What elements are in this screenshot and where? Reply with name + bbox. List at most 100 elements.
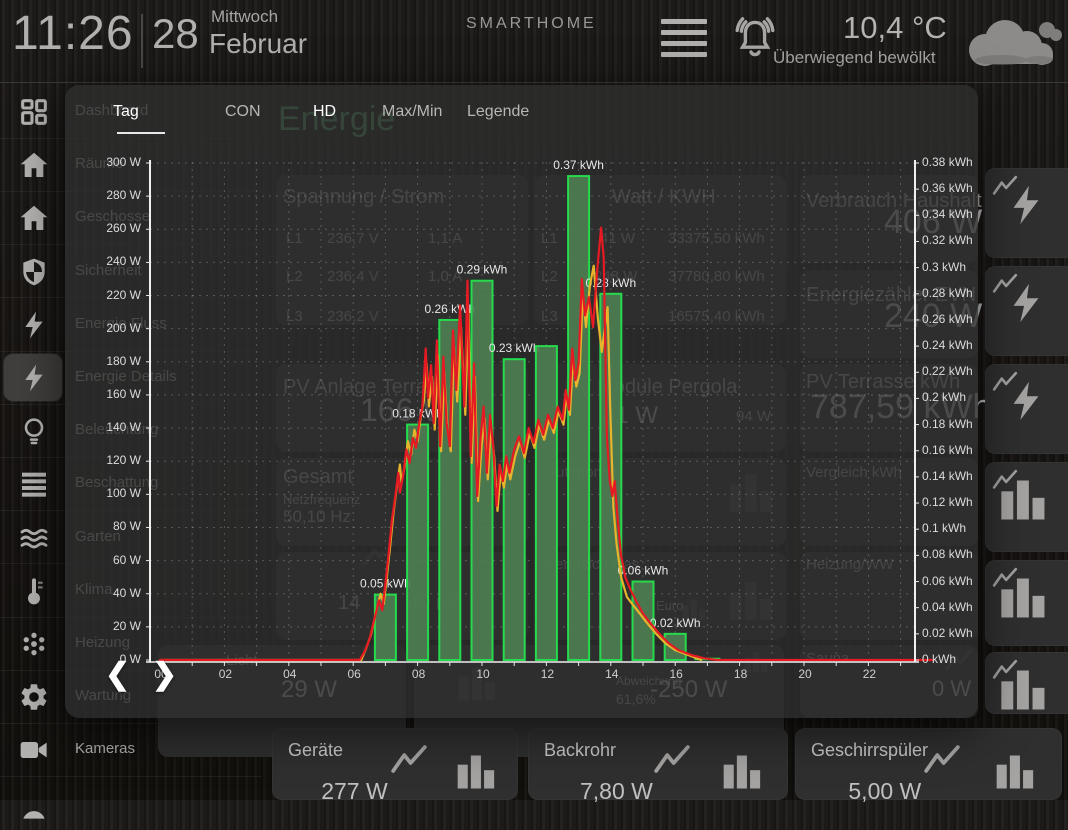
waves-icon xyxy=(18,522,50,554)
sidebar-item-label: Kameras xyxy=(75,740,136,758)
tile-title: Geschirrspüler xyxy=(811,740,929,760)
date-day: 28 xyxy=(152,10,199,57)
svg-text:0.37 kWh: 0.37 kWh xyxy=(553,158,604,172)
y-right-label: 0.22 kWh xyxy=(922,364,973,379)
y-right-label: 0.34 kWh xyxy=(922,207,973,222)
y-left-label: 80 W xyxy=(112,519,141,534)
y-left-label: 260 W xyxy=(106,221,141,236)
tile-title: Backrohr xyxy=(544,740,617,760)
y-right-label: 0.1 kWh xyxy=(922,521,967,536)
bulb-icon xyxy=(18,415,50,447)
svg-text:0.06 kWh: 0.06 kWh xyxy=(618,564,669,578)
next-period-button[interactable]: ❯ xyxy=(152,657,177,692)
y-right-label: 0.32 kWh xyxy=(922,233,973,248)
y-left-label: 220 W xyxy=(106,287,141,302)
heat-icon xyxy=(18,628,50,660)
bolt-icon xyxy=(18,362,50,394)
right-tile-4[interactable] xyxy=(985,560,1068,646)
y-right-label: 0.08 kWh xyxy=(922,547,973,562)
tile-value: 277 W xyxy=(321,778,388,804)
temperature: 10,4 °C xyxy=(843,10,947,45)
weather-condition: Überwiegend bewölkt xyxy=(773,48,936,67)
bottom-tile-backrohr[interactable]: Backrohr 7,80 W xyxy=(528,728,788,804)
right-tile-0[interactable] xyxy=(985,168,1068,258)
sparkline-icon xyxy=(653,744,691,773)
blinds-icon xyxy=(18,468,50,500)
y-right-label: 0.14 kWh xyxy=(922,468,973,483)
x-axis-label: 02 xyxy=(218,667,233,681)
x-axis-label: 04 xyxy=(283,667,297,681)
bolt-icon xyxy=(18,309,50,341)
y-right-label: 0.28 kWh xyxy=(922,285,973,300)
y-right-label: 0.04 kWh xyxy=(922,599,973,614)
x-axis-label: 16 xyxy=(669,667,683,681)
right-tile-1[interactable] xyxy=(985,266,1068,356)
bar-chart-icon xyxy=(997,572,1049,624)
home-icon xyxy=(18,202,50,234)
y-right-label: 0.2 kWh xyxy=(922,390,967,405)
sidebar-separator xyxy=(0,776,262,778)
x-axis-label: 20 xyxy=(798,667,812,681)
y-left-label: 300 W xyxy=(106,154,141,169)
svg-text:0.26 kWh: 0.26 kWh xyxy=(424,302,475,316)
y-right-label: 0.18 kWh xyxy=(922,416,973,431)
bar-chart-icon xyxy=(993,750,1037,796)
home-icon xyxy=(18,149,50,181)
energy-chart: 0.05 kWh 0.18 kWh 0.26 kWh 0.29 kWh 0.23 kWh… xyxy=(146,158,934,666)
svg-text:0.28 kWh: 0.28 kWh xyxy=(585,276,636,290)
x-axis-label: 14 xyxy=(605,667,619,681)
energy-chart-modal: Tag CON HD Max/Min Legende 0.05 kWh 0.18 kWh 0… xyxy=(65,85,978,718)
date-weekday: Mittwoch xyxy=(211,7,279,26)
svg-text:0.05 kWh: 0.05 kWh xyxy=(360,577,411,591)
y-right-label: 0.26 kWh xyxy=(922,311,973,326)
divider xyxy=(141,14,143,68)
bolt-icon xyxy=(1003,280,1049,344)
tab-hd[interactable]: HD xyxy=(313,103,336,121)
y-left-label: 100 W xyxy=(106,486,141,501)
bar-chart-icon xyxy=(454,750,498,796)
dome-icon xyxy=(18,788,50,820)
tab-legende[interactable]: Legende xyxy=(467,103,529,121)
y-left-label: 40 W xyxy=(112,585,141,600)
menu-icon[interactable] xyxy=(661,19,707,61)
svg-text:0.23 kWh: 0.23 kWh xyxy=(489,341,540,355)
right-tile-2[interactable] xyxy=(985,364,1068,454)
y-right-label: 0.16 kWh xyxy=(922,442,973,457)
y-right-label: 0 kWh xyxy=(922,652,957,666)
svg-text:0.18 kWh: 0.18 kWh xyxy=(392,407,443,421)
date-month: Februar xyxy=(209,28,308,59)
prev-period-button[interactable]: ❮ xyxy=(105,657,130,692)
sidebar-item-extra[interactable] xyxy=(0,777,262,830)
right-tile-3[interactable] xyxy=(985,462,1068,552)
y-right-label: 0.12 kWh xyxy=(922,495,973,510)
x-axis-label: 10 xyxy=(476,667,490,681)
bar-chart-icon xyxy=(997,474,1049,526)
y-right-label: 0.3 kWh xyxy=(922,259,967,274)
svg-text:0.02 kWh: 0.02 kWh xyxy=(650,616,701,630)
bolt-icon xyxy=(1003,182,1049,246)
bar-chart-icon xyxy=(997,664,1049,710)
shield-icon xyxy=(18,256,50,288)
bottom-tile-geräte[interactable]: Geräte 277 W xyxy=(272,728,518,804)
sparkline-icon xyxy=(390,744,428,773)
top-bar: 11:26 28 Mittwoch Februar SMARTHOME 10,4… xyxy=(0,0,1068,83)
tile-value: 5,00 W xyxy=(848,778,922,804)
tab-max-min[interactable]: Max/Min xyxy=(382,103,442,121)
bottom-tile-geschirrspüler[interactable]: Geschirrspüler 5,00 W xyxy=(795,728,1062,804)
y-right-label: 0.38 kWh xyxy=(922,154,973,169)
y-left-label: 120 W xyxy=(106,453,141,468)
camera-icon xyxy=(18,734,50,766)
right-tile-5[interactable] xyxy=(985,652,1068,714)
y-right-label: 0.24 kWh xyxy=(922,338,973,353)
x-axis-label: 06 xyxy=(347,667,361,681)
y-left-label: 280 W xyxy=(106,188,141,203)
app-title: SMARTHOME xyxy=(466,15,597,32)
tab-tag[interactable]: Tag xyxy=(113,103,139,121)
x-axis-label: 18 xyxy=(733,667,748,681)
bolt-icon xyxy=(1003,378,1049,442)
bar-chart-icon xyxy=(720,750,764,796)
tab-con[interactable]: CON xyxy=(225,103,261,121)
y-left-label: 180 W xyxy=(106,353,141,368)
y-right-label: 0.06 kWh xyxy=(922,573,973,588)
y-right-label: 0.02 kWh xyxy=(922,625,973,640)
